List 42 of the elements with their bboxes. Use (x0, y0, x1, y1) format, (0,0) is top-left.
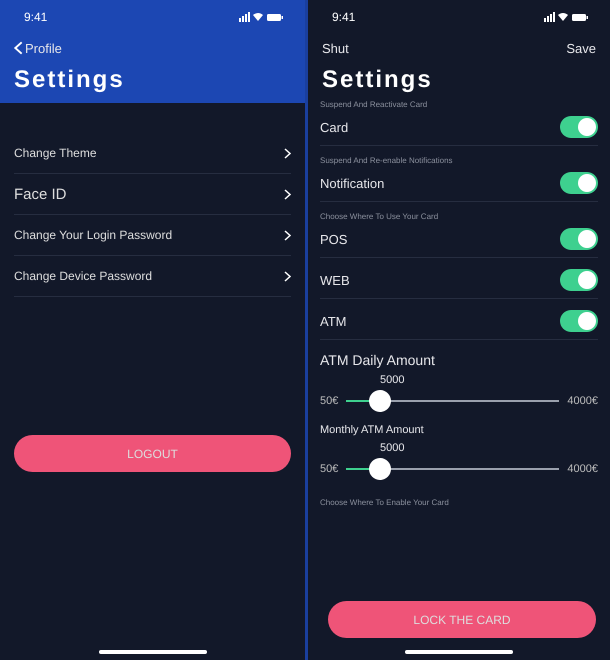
slider-min-label: 50€ (320, 395, 338, 407)
chevron-right-icon (284, 230, 291, 240)
toggle-switch[interactable] (560, 116, 598, 138)
page-title: Settings (14, 66, 126, 94)
chevron-right-icon (284, 270, 291, 282)
status-time: 9:41 (332, 10, 356, 24)
toggle-label: Notification (320, 176, 384, 190)
chevron-right-icon (284, 148, 291, 158)
toggle-switch[interactable] (560, 269, 598, 291)
chevron-right-icon (284, 188, 291, 200)
settings-menu-item[interactable]: Change Your Login Password (14, 215, 291, 256)
slider-value: 5000 (380, 374, 406, 386)
section-caption: Suspend And Reactivate Card (320, 100, 428, 109)
slider-title: ATM Daily Amount (320, 352, 436, 368)
slider-max-label: 4000€ (567, 395, 598, 407)
settings-menu-item[interactable]: Change Device Password (14, 256, 291, 297)
back-chevron-icon (14, 41, 23, 55)
toggle-label: POS (320, 232, 348, 246)
status-time: 9:41 (24, 10, 48, 24)
slider-thumb[interactable] (369, 458, 392, 480)
close-link[interactable]: Shut (322, 40, 349, 56)
toggle-switch[interactable] (560, 228, 598, 250)
settings-menu-item[interactable]: Change Theme (14, 133, 291, 174)
toggle-label: Card (320, 120, 348, 134)
slider-min-label: 50€ (320, 463, 338, 475)
section-caption: Suspend And Re-enable Notifications (320, 156, 454, 165)
page-title: Settings (322, 66, 434, 94)
toggle-label: ATM (320, 314, 346, 328)
toggle-label: WEB (320, 272, 350, 288)
section-caption: Choose Where To Enable Your Card (320, 498, 450, 507)
status-icons (239, 12, 283, 22)
back-link[interactable]: Profile (14, 40, 62, 56)
toggle-switch[interactable] (560, 172, 598, 194)
slider-title: Monthly ATM Amount (320, 424, 425, 436)
slider-value: 5000 (380, 442, 406, 454)
settings-menu-item[interactable]: Face ID (14, 174, 291, 215)
save-link[interactable]: Save (566, 40, 596, 56)
toggle-switch[interactable] (560, 310, 598, 332)
slider-thumb[interactable] (369, 390, 392, 412)
status-icons (544, 12, 588, 22)
section-caption: Choose Where To Use Your Card (320, 212, 440, 221)
slider-max-label: 4000€ (567, 463, 598, 475)
